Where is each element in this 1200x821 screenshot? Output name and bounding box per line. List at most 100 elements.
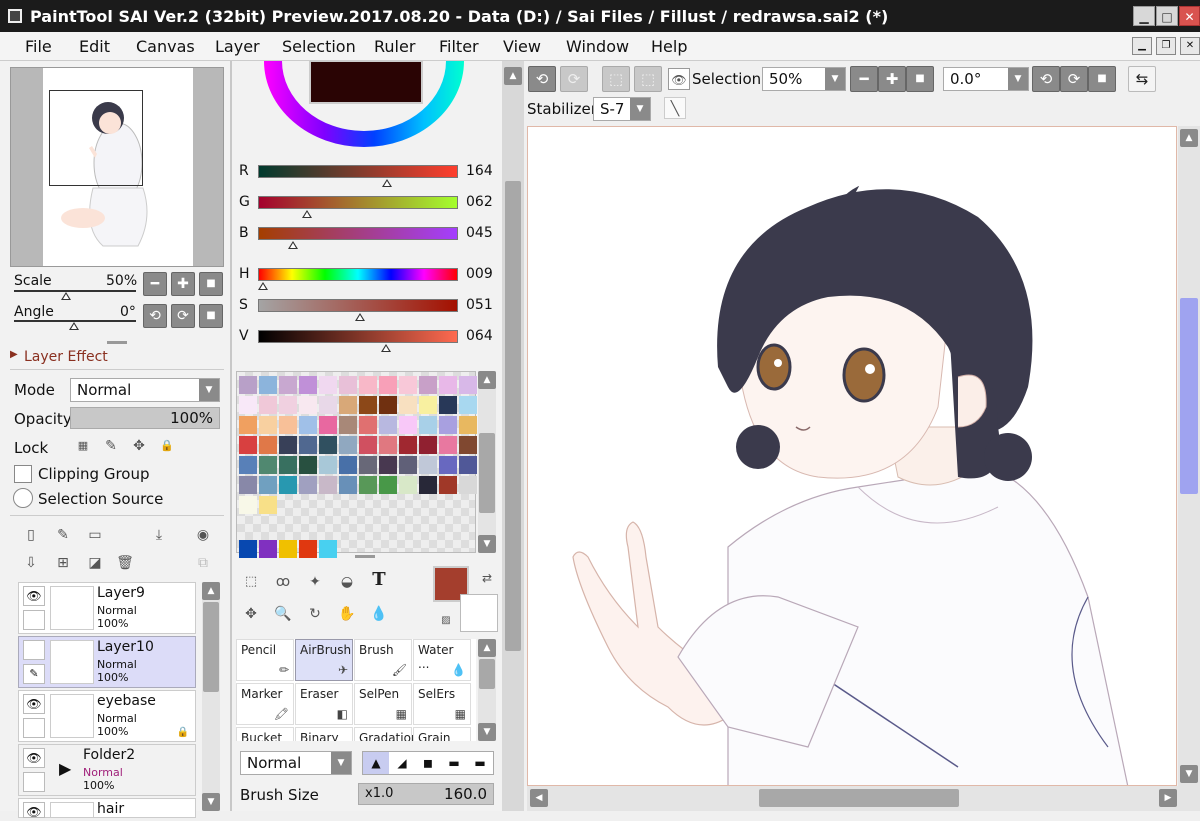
- b-slider[interactable]: [258, 227, 458, 240]
- color-swatch[interactable]: [419, 376, 437, 394]
- color-swatch[interactable]: [379, 456, 397, 474]
- s-slider[interactable]: [258, 299, 458, 312]
- flip-horizontal-button[interactable]: ⇆: [1128, 66, 1156, 92]
- canvas-zoom-out-button[interactable]: ━: [850, 66, 878, 92]
- tool-gradation[interactable]: Gradation▥: [354, 727, 419, 741]
- color-swatch[interactable]: [259, 416, 277, 434]
- color-swatch[interactable]: [359, 476, 377, 494]
- color-swatch[interactable]: [319, 540, 337, 558]
- duplicate-layer-icon[interactable]: ⧉: [192, 552, 214, 574]
- new-layer-icon[interactable]: ▯: [20, 524, 42, 546]
- trash-icon[interactable]: 🗑: [114, 552, 136, 574]
- selection-source-checkbox[interactable]: [13, 488, 33, 508]
- color-swatch[interactable]: [459, 416, 477, 434]
- scroll-thumb[interactable]: [479, 433, 495, 513]
- mdi-restore-button[interactable]: ❐: [1156, 37, 1176, 55]
- clipping-group-checkbox[interactable]: [14, 465, 32, 483]
- menu-ruler[interactable]: Ruler: [374, 37, 415, 56]
- create-mask-icon[interactable]: ◉: [192, 524, 214, 546]
- tool-eraser[interactable]: Eraser ◧: [295, 683, 353, 725]
- invert-selection-button[interactable]: ⬚: [634, 66, 662, 92]
- canvas[interactable]: [527, 126, 1177, 786]
- color-swatch[interactable]: [419, 396, 437, 414]
- scroll-up-icon[interactable]: ▲: [478, 639, 496, 657]
- color-swatch[interactable]: [319, 476, 337, 494]
- merge-down-icon[interactable]: ⇩: [20, 552, 42, 574]
- color-swatch[interactable]: [299, 396, 317, 414]
- panel-splitter[interactable]: [107, 341, 127, 344]
- color-swatch[interactable]: [439, 396, 457, 414]
- b-slider-knob[interactable]: [288, 241, 299, 249]
- color-swatch[interactable]: [399, 476, 417, 494]
- color-swatch[interactable]: [379, 396, 397, 414]
- clear-layer-icon[interactable]: ◪: [84, 552, 106, 574]
- eye-icon[interactable]: 👁: [23, 694, 45, 714]
- color-swatch[interactable]: [439, 476, 457, 494]
- layer-link-slot[interactable]: [23, 610, 45, 630]
- brush-size-slider[interactable]: x1.0 160.0: [358, 783, 494, 805]
- tool-grain[interactable]: Grain▨: [413, 727, 471, 741]
- scroll-up-icon[interactable]: ▲: [202, 582, 220, 600]
- color-swatch[interactable]: [379, 436, 397, 454]
- lasso-icon[interactable]: ꝏ: [272, 571, 294, 593]
- undo-button[interactable]: ⟲: [528, 66, 556, 92]
- tool-selpen[interactable]: SelPen ▦: [354, 683, 412, 725]
- color-swatch[interactable]: [399, 376, 417, 394]
- scroll-thumb[interactable]: [505, 181, 521, 651]
- swatch-scrollbar[interactable]: ▲ ▼: [478, 371, 496, 553]
- pencil-icon[interactable]: ✎: [23, 664, 45, 684]
- menu-selection[interactable]: Selection: [282, 37, 356, 56]
- color-swatch[interactable]: [239, 396, 257, 414]
- lock-move-icon[interactable]: ✥: [128, 435, 150, 457]
- eye-icon[interactable]: 👁: [23, 748, 45, 768]
- rotate-icon[interactable]: ↻: [304, 603, 326, 625]
- layer-list-scrollbar[interactable]: ▲ ▼: [202, 582, 220, 811]
- color-swatch[interactable]: [359, 396, 377, 414]
- brush-shape-soft-icon[interactable]: ◼: [415, 752, 441, 774]
- shape-icon[interactable]: ◒: [336, 571, 358, 593]
- canvas-rotate-reset-button[interactable]: ■: [1088, 66, 1116, 92]
- lock-paint-icon[interactable]: ✎: [100, 435, 122, 457]
- menu-file[interactable]: File: [25, 37, 52, 56]
- zoom-select[interactable]: 50% ▼: [762, 67, 846, 91]
- color-swatch[interactable]: [239, 436, 257, 454]
- folder-item[interactable]: 👁 ▶ Folder2 Normal 100%: [18, 744, 196, 796]
- r-slider-knob[interactable]: [381, 179, 392, 187]
- color-swatch[interactable]: [459, 396, 477, 414]
- hand-icon[interactable]: ✋: [336, 603, 358, 625]
- eyedropper-icon[interactable]: 💧: [368, 603, 390, 625]
- color-swatch[interactable]: [339, 396, 357, 414]
- tool-selers[interactable]: SelErs ▦: [413, 683, 471, 725]
- color-swatch[interactable]: [279, 456, 297, 474]
- menu-window[interactable]: Window: [566, 37, 629, 56]
- scroll-thumb[interactable]: [479, 659, 495, 689]
- scroll-down-icon[interactable]: ▼: [1180, 765, 1198, 783]
- color-swatch[interactable]: [279, 396, 297, 414]
- scroll-left-icon[interactable]: ◀: [530, 789, 548, 807]
- tool-water[interactable]: Water ... 💧: [413, 639, 471, 681]
- opacity-slider[interactable]: 100%: [70, 407, 220, 429]
- color-swatch[interactable]: [439, 456, 457, 474]
- color-swatch[interactable]: [339, 476, 357, 494]
- menu-filter[interactable]: Filter: [439, 37, 479, 56]
- color-swatch[interactable]: [419, 416, 437, 434]
- scale-slider-knob[interactable]: [61, 292, 71, 300]
- v-slider-knob[interactable]: [381, 344, 391, 352]
- color-swatch[interactable]: [439, 376, 457, 394]
- add-layer-icon[interactable]: ⊞: [52, 552, 74, 574]
- color-swatch[interactable]: [379, 476, 397, 494]
- scroll-down-icon[interactable]: ▼: [202, 793, 220, 811]
- line-mode-icon[interactable]: ╲: [664, 97, 686, 119]
- minimize-button[interactable]: ▁: [1133, 6, 1155, 26]
- lock-transparency-icon[interactable]: ▦: [72, 435, 94, 457]
- mdi-close-button[interactable]: ✕: [1180, 37, 1200, 55]
- scroll-down-icon[interactable]: ▼: [478, 723, 496, 741]
- color-swatch[interactable]: [399, 396, 417, 414]
- color-swatch[interactable]: [279, 416, 297, 434]
- rotate-right-button[interactable]: ⟳: [171, 304, 195, 328]
- color-swatch[interactable]: [299, 416, 317, 434]
- brush-blend-select[interactable]: Normal ▼: [240, 751, 352, 775]
- color-swatch[interactable]: [419, 476, 437, 494]
- s-slider-knob[interactable]: [355, 313, 365, 321]
- color-swatch[interactable]: [299, 476, 317, 494]
